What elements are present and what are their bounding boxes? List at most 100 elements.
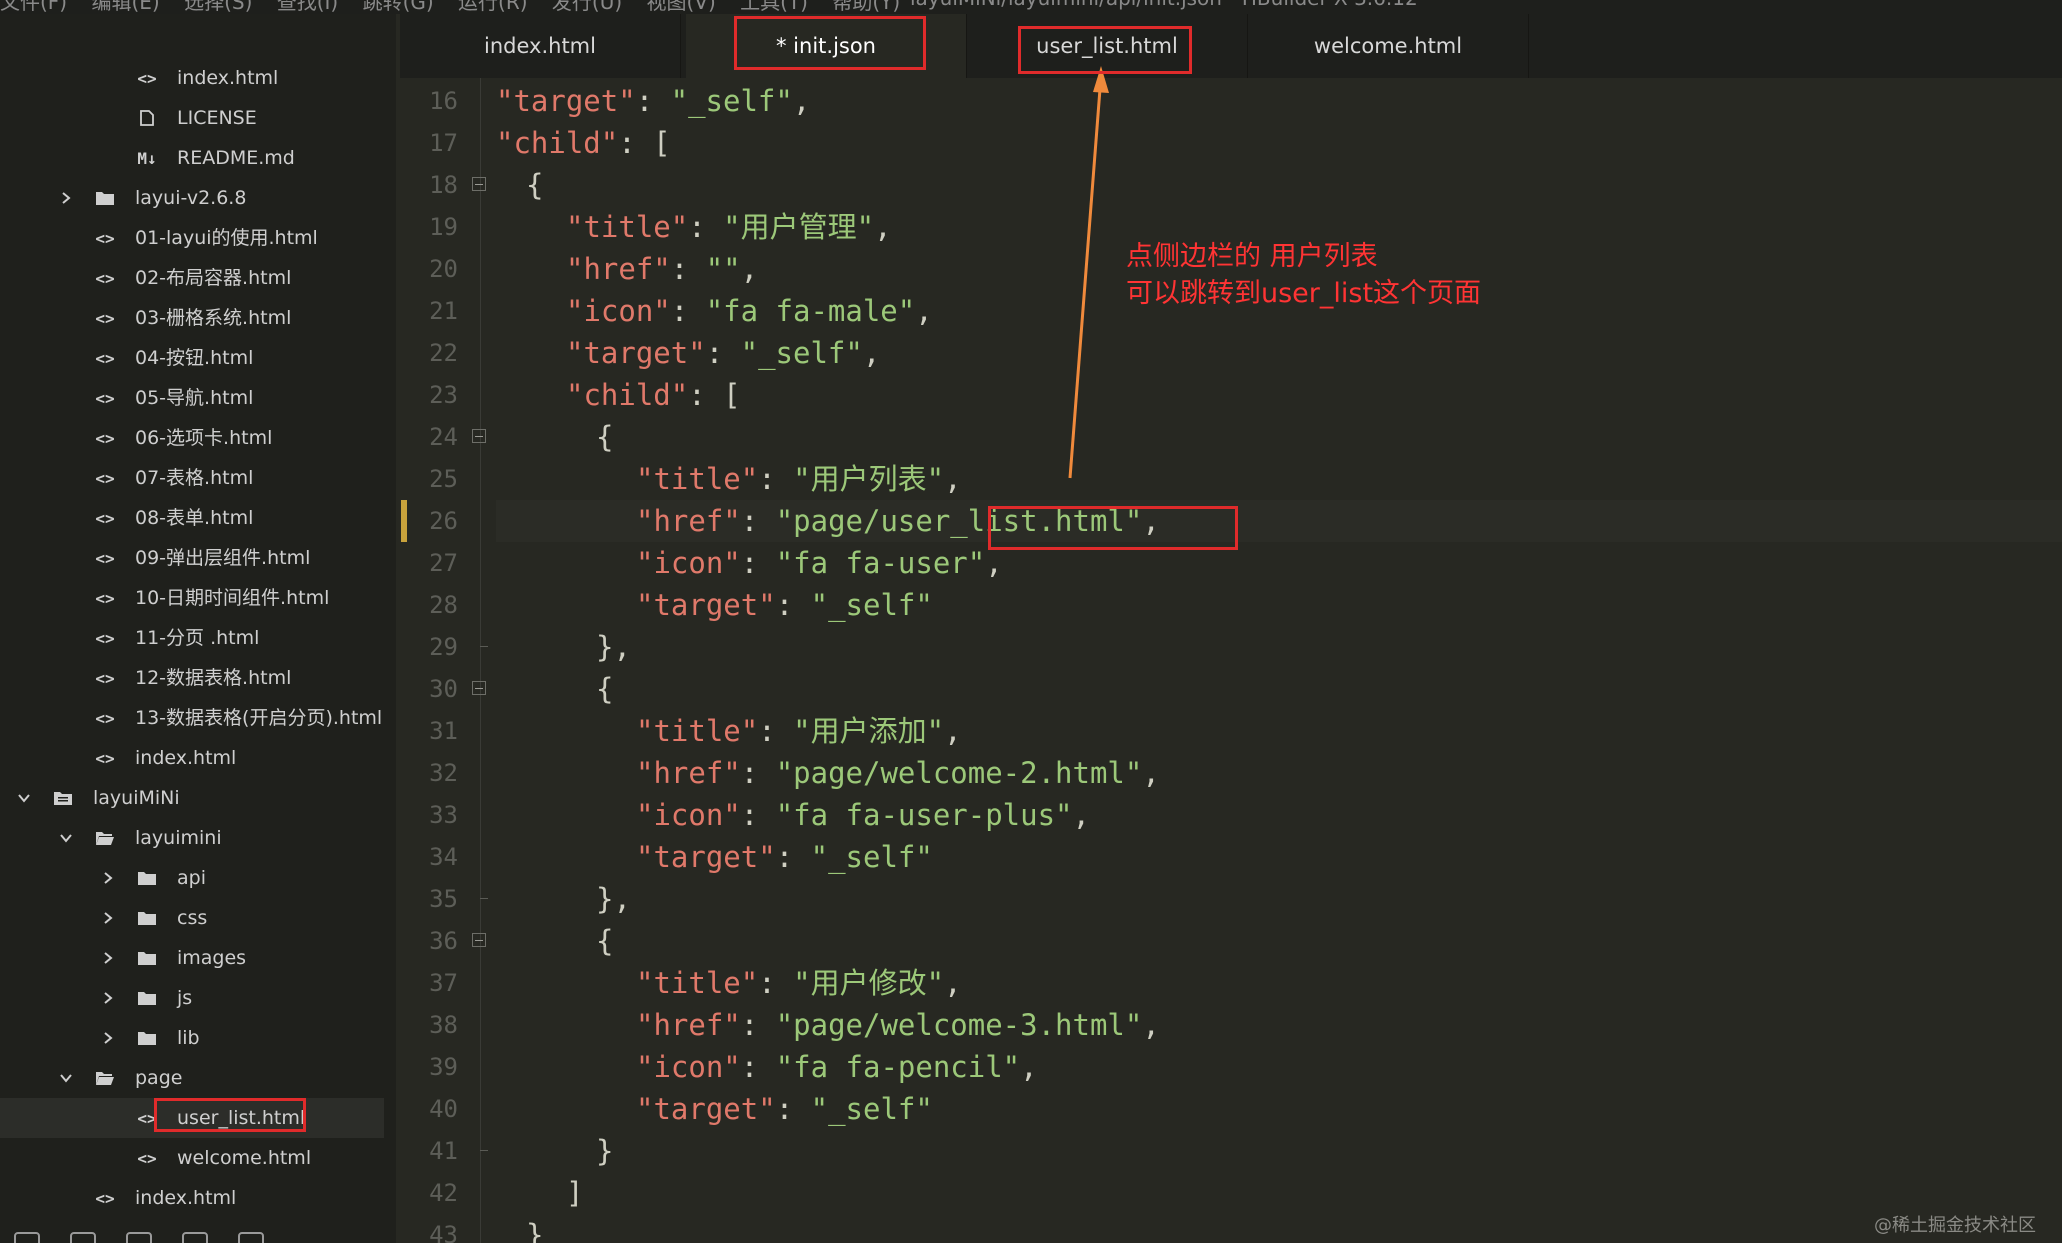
tree-item[interactable]: <> 01-layui的使用.html bbox=[0, 218, 384, 258]
code-line[interactable]: 16 "target": "_self", bbox=[400, 80, 2062, 122]
tree-item[interactable]: <> user_list.html bbox=[0, 1098, 384, 1138]
tab-welcome-html[interactable]: welcome.html bbox=[1248, 14, 1529, 78]
tree-item[interactable]: css bbox=[0, 898, 384, 938]
code-line[interactable]: 17 "child": [ bbox=[400, 122, 2062, 164]
chevron-right-icon[interactable] bbox=[96, 978, 120, 1018]
chevron-right-icon[interactable] bbox=[54, 178, 78, 218]
code-line[interactable]: 26 "href": "page/user_list.html", bbox=[400, 500, 2062, 542]
tree-item[interactable]: <> index.html bbox=[0, 738, 384, 778]
fold-toggle-icon[interactable] bbox=[472, 429, 486, 443]
tree-item-label: layui-v2.6.8 bbox=[135, 187, 247, 209]
chevron-right-icon[interactable] bbox=[96, 858, 120, 898]
tree-item[interactable]: <> 05-导航.html bbox=[0, 378, 384, 418]
chevron-right-icon[interactable] bbox=[96, 938, 120, 978]
tree-item-label: 09-弹出层组件.html bbox=[135, 547, 311, 569]
json-punctuation: : bbox=[705, 336, 741, 370]
tree-item[interactable]: M↓ README.md bbox=[0, 138, 384, 178]
line-number: 27 bbox=[429, 549, 458, 577]
code-line[interactable]: 24 { bbox=[400, 416, 2062, 458]
code-line[interactable]: 43} bbox=[400, 1214, 2062, 1243]
chevron-right-icon[interactable] bbox=[96, 1018, 120, 1058]
fold-end-marker bbox=[480, 1150, 488, 1151]
code-text: { bbox=[596, 920, 613, 962]
tree-item-label: LICENSE bbox=[177, 107, 257, 129]
tab-user-list-html[interactable]: user_list.html bbox=[967, 14, 1248, 78]
line-number: 37 bbox=[429, 969, 458, 997]
tree-item[interactable]: <> 08-表单.html bbox=[0, 498, 384, 538]
fold-toggle-icon[interactable] bbox=[472, 933, 486, 947]
tree-item[interactable]: <> 04-按钮.html bbox=[0, 338, 384, 378]
line-number: 24 bbox=[429, 423, 458, 451]
tab-index-html[interactable]: index.html bbox=[400, 14, 681, 78]
code-line[interactable]: 29}, bbox=[400, 626, 2062, 668]
tree-item[interactable]: <> welcome.html bbox=[0, 1138, 384, 1178]
tree-item[interactable]: layuimini bbox=[0, 818, 384, 858]
fold-toggle-icon[interactable] bbox=[472, 177, 486, 191]
code-line[interactable]: 34 "target": "_self" bbox=[400, 836, 2062, 878]
code-line[interactable]: 28 "target": "_self" bbox=[400, 584, 2062, 626]
chevron-down-icon[interactable] bbox=[54, 1058, 78, 1098]
json-key: "href" bbox=[636, 1008, 741, 1042]
tree-item-label: page bbox=[135, 1067, 183, 1089]
code-text: "target": "_self" bbox=[636, 836, 933, 878]
code-line[interactable]: 39 "icon": "fa fa-pencil", bbox=[400, 1046, 2062, 1088]
tree-item-label: images bbox=[177, 947, 247, 969]
tree-item[interactable]: <> 12-数据表格.html bbox=[0, 658, 384, 698]
tree-item[interactable]: <> 11-分页 .html bbox=[0, 618, 384, 658]
menu-items[interactable]: 文件(F) 编辑(E) 选择(S) 查找(I) 跳转(G) 运行(R) 发行(U… bbox=[0, 0, 900, 14]
code-line[interactable]: 42] bbox=[400, 1172, 2062, 1214]
line-number: 33 bbox=[429, 801, 458, 829]
tree-item[interactable]: <> 10-日期时间组件.html bbox=[0, 578, 384, 618]
tree-item[interactable]: <> index.html bbox=[0, 1178, 384, 1218]
tree-item[interactable]: <> 07-表格.html bbox=[0, 458, 384, 498]
code-line[interactable]: 41} bbox=[400, 1130, 2062, 1172]
tab-init-json[interactable]: * init.json bbox=[686, 14, 967, 78]
file-icon bbox=[132, 98, 162, 138]
globe-icon[interactable] bbox=[238, 1232, 264, 1243]
tree-item[interactable]: images bbox=[0, 938, 384, 978]
json-punctuation: , bbox=[740, 252, 759, 286]
tree-item[interactable]: <> 03-栅格系统.html bbox=[0, 298, 384, 338]
tree-item[interactable]: api bbox=[0, 858, 384, 898]
code-line[interactable]: 36 { bbox=[400, 920, 2062, 962]
json-string: "fa fa-user-plus" bbox=[775, 798, 1073, 832]
json-punctuation: , bbox=[1142, 1008, 1160, 1042]
plugin-icon[interactable] bbox=[126, 1232, 152, 1243]
code-line[interactable]: 31 "title": "用户添加", bbox=[400, 710, 2062, 752]
chevron-down-icon[interactable] bbox=[12, 778, 36, 818]
json-string: "" bbox=[705, 252, 741, 286]
chevron-right-icon[interactable] bbox=[96, 898, 120, 938]
json-key: "title" bbox=[636, 966, 759, 1000]
code-line[interactable]: 23 "child": [ bbox=[400, 374, 2062, 416]
tree-item[interactable]: LICENSE bbox=[0, 98, 384, 138]
tree-item[interactable]: page bbox=[0, 1058, 384, 1098]
folder-icon[interactable] bbox=[14, 1232, 40, 1243]
code-line[interactable]: 18 { bbox=[400, 164, 2062, 206]
code-line[interactable]: 22 "target": "_self", bbox=[400, 332, 2062, 374]
code-line[interactable]: 32 "href": "page/welcome-2.html", bbox=[400, 752, 2062, 794]
fold-toggle-icon[interactable] bbox=[472, 681, 486, 695]
tree-item[interactable]: <> 09-弹出层组件.html bbox=[0, 538, 384, 578]
sync-icon[interactable] bbox=[182, 1232, 208, 1243]
chevron-down-icon[interactable] bbox=[54, 818, 78, 858]
code-line[interactable]: 40 "target": "_self" bbox=[400, 1088, 2062, 1130]
html-file-icon: <> bbox=[95, 468, 115, 488]
tree-item[interactable]: layui-v2.6.8 bbox=[0, 178, 384, 218]
tree-item[interactable]: <> 02-布局容器.html bbox=[0, 258, 384, 298]
code-line[interactable]: 33 "icon": "fa fa-user-plus", bbox=[400, 794, 2062, 836]
tree-item[interactable]: <> index.html bbox=[0, 58, 384, 98]
terminal-icon[interactable] bbox=[70, 1232, 96, 1243]
tree-item[interactable]: lib bbox=[0, 1018, 384, 1058]
tree-item[interactable]: js bbox=[0, 978, 384, 1018]
tree-item[interactable]: <> 06-选项卡.html bbox=[0, 418, 384, 458]
code-line[interactable]: 30 { bbox=[400, 668, 2062, 710]
code-line[interactable]: 27 "icon": "fa fa-user", bbox=[400, 542, 2062, 584]
line-number: 28 bbox=[429, 591, 458, 619]
tree-item[interactable]: <> 13-数据表格(开启分页).html bbox=[0, 698, 384, 738]
tree-item[interactable]: layuiMiNi bbox=[0, 778, 384, 818]
code-line[interactable]: 38 "href": "page/welcome-3.html", bbox=[400, 1004, 2062, 1046]
code-line[interactable]: 37 "title": "用户修改", bbox=[400, 962, 2062, 1004]
html-file-icon: <> bbox=[95, 548, 115, 568]
code-line[interactable]: 25 "title": "用户列表", bbox=[400, 458, 2062, 500]
code-line[interactable]: 35}, bbox=[400, 878, 2062, 920]
